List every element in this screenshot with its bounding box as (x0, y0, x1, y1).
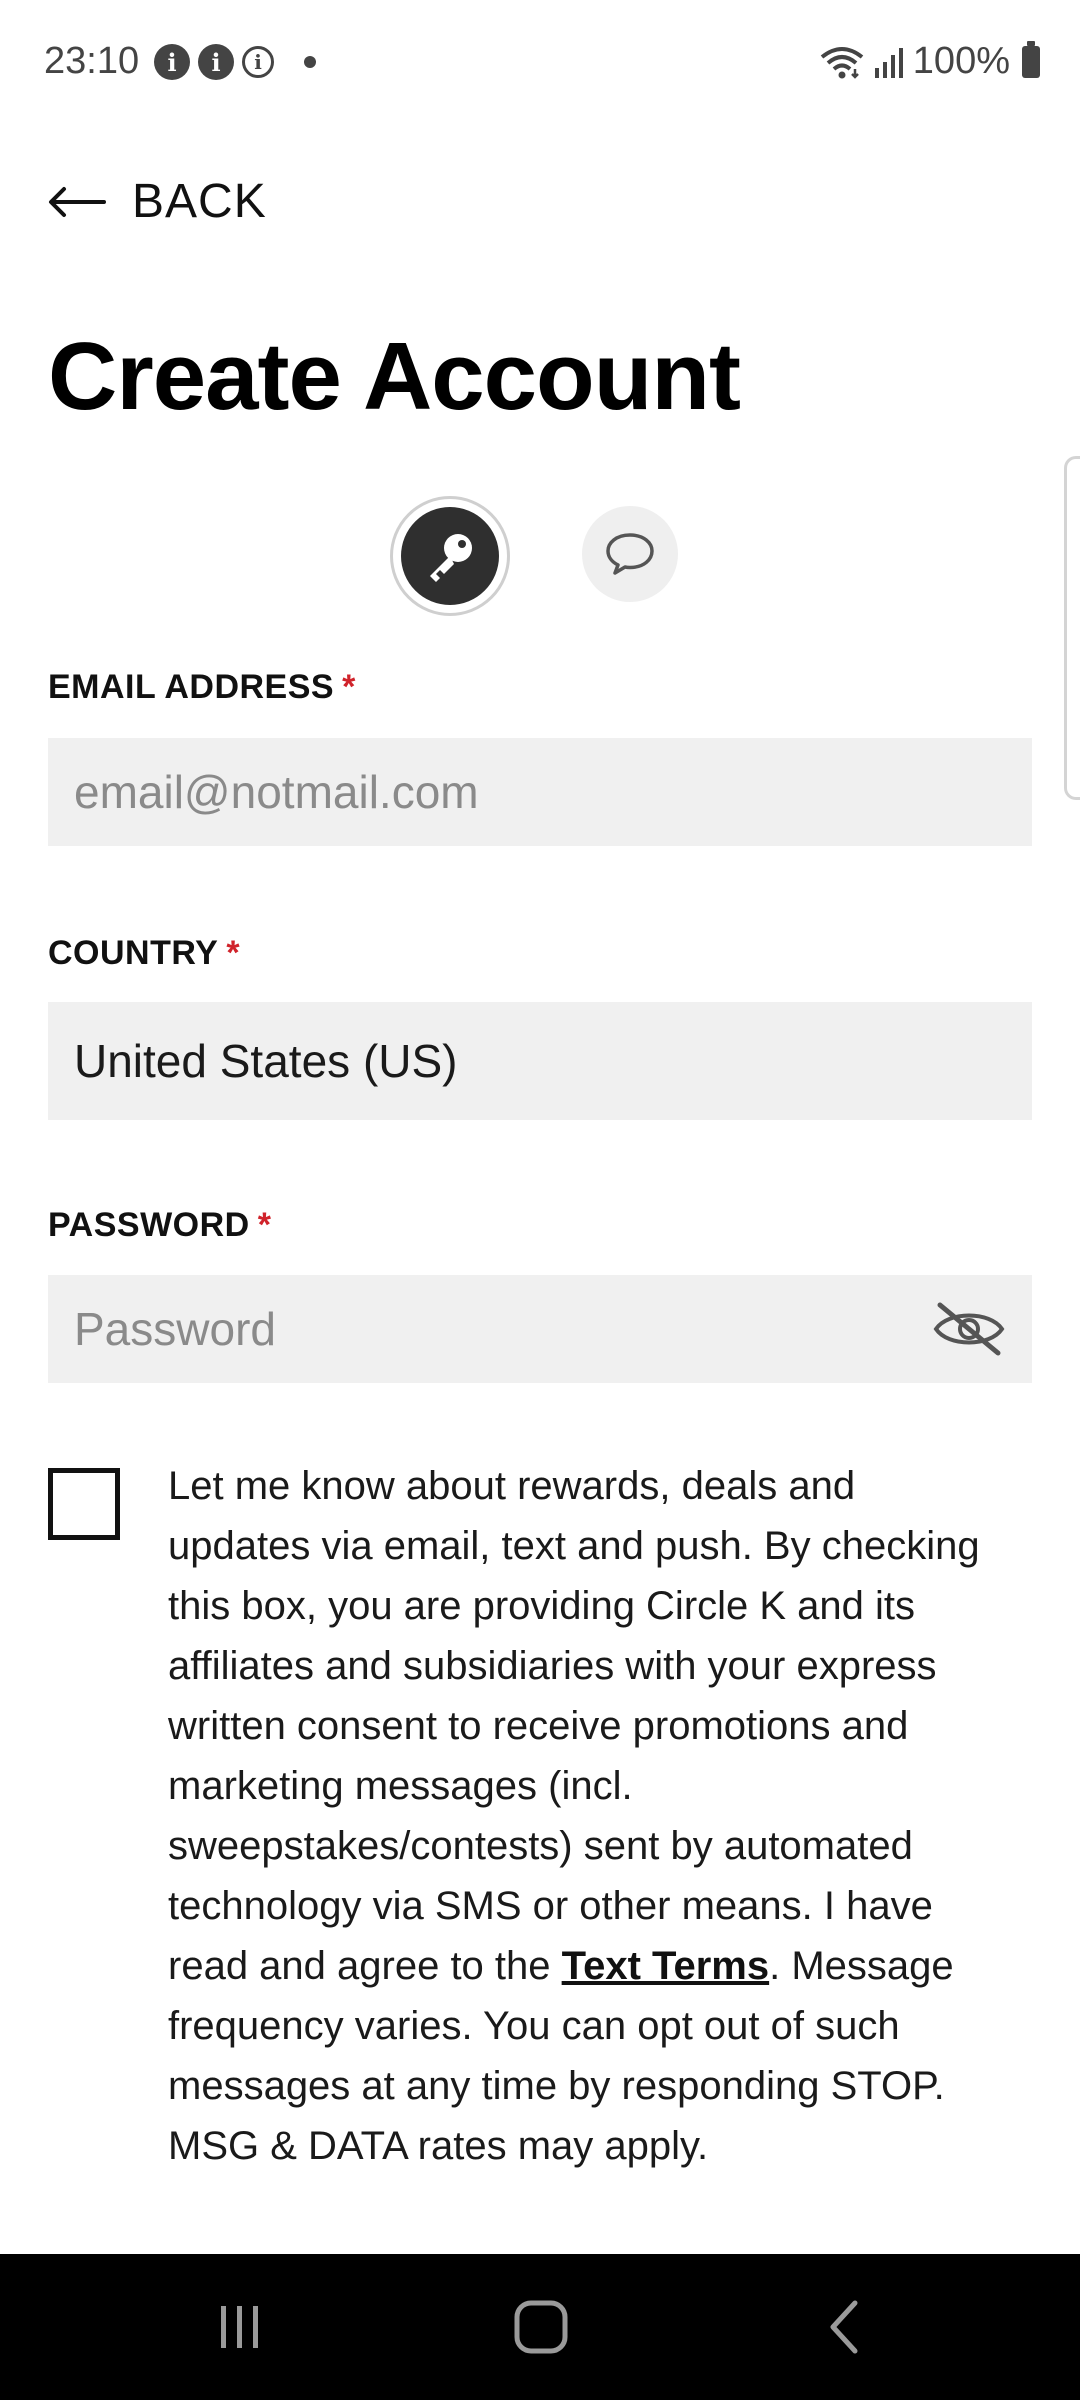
home-icon (514, 2300, 568, 2354)
country-select[interactable]: United States (US) (48, 1002, 1032, 1120)
country-label: COUNTRY * (48, 934, 241, 972)
info-icon: i (198, 44, 234, 80)
battery-icon (1022, 40, 1040, 78)
email-label: EMAIL ADDRESS * (48, 668, 356, 706)
key-icon (430, 534, 472, 582)
recent-apps-icon (221, 2306, 258, 2348)
side-panel-handle[interactable] (1064, 456, 1080, 800)
password-placeholder: Password (74, 1303, 276, 1355)
status-right: 100% (819, 40, 1040, 83)
system-nav-bar (0, 2254, 1080, 2400)
status-bar: 23:10 i i i 100% (0, 0, 1080, 124)
chat-method-button[interactable] (582, 506, 678, 602)
arrow-left-icon (49, 186, 106, 217)
password-field[interactable]: Password (48, 1275, 1032, 1383)
required-mark: * (226, 934, 241, 972)
status-time: 23:10 (44, 40, 140, 82)
consent-checkbox[interactable] (48, 1468, 120, 1540)
required-mark: * (342, 668, 356, 706)
key-method-button[interactable] (390, 496, 510, 616)
more-notifications-dot-icon (304, 56, 316, 68)
eye-off-icon[interactable] (932, 1299, 1006, 1359)
chat-bubble-icon (606, 533, 654, 575)
info-outline-icon: i (242, 46, 274, 78)
consent-text: Let me know about rewards, deals and upd… (168, 1464, 980, 2168)
required-mark: * (257, 1206, 272, 1244)
wifi-icon (820, 46, 864, 79)
notification-icons: i i i (154, 44, 316, 80)
back-label: BACK (132, 175, 267, 228)
back-nav-button[interactable] (765, 2254, 925, 2400)
signal-icon (874, 47, 903, 78)
home-button[interactable] (461, 2254, 621, 2400)
email-placeholder: email@notmail.com (74, 766, 479, 818)
password-label: PASSWORD * (48, 1206, 272, 1244)
back-nav-icon (830, 2300, 858, 2354)
country-value: United States (US) (74, 1035, 458, 1087)
page-title: Create Account (48, 323, 741, 430)
email-field[interactable]: email@notmail.com (48, 738, 1032, 846)
battery-percent: 100% (912, 40, 1010, 82)
text-terms-link[interactable]: Text Terms (562, 1944, 769, 1988)
info-icon: i (154, 44, 190, 80)
back-button[interactable]: BACK (48, 174, 267, 229)
recent-apps-button[interactable] (160, 2254, 320, 2400)
